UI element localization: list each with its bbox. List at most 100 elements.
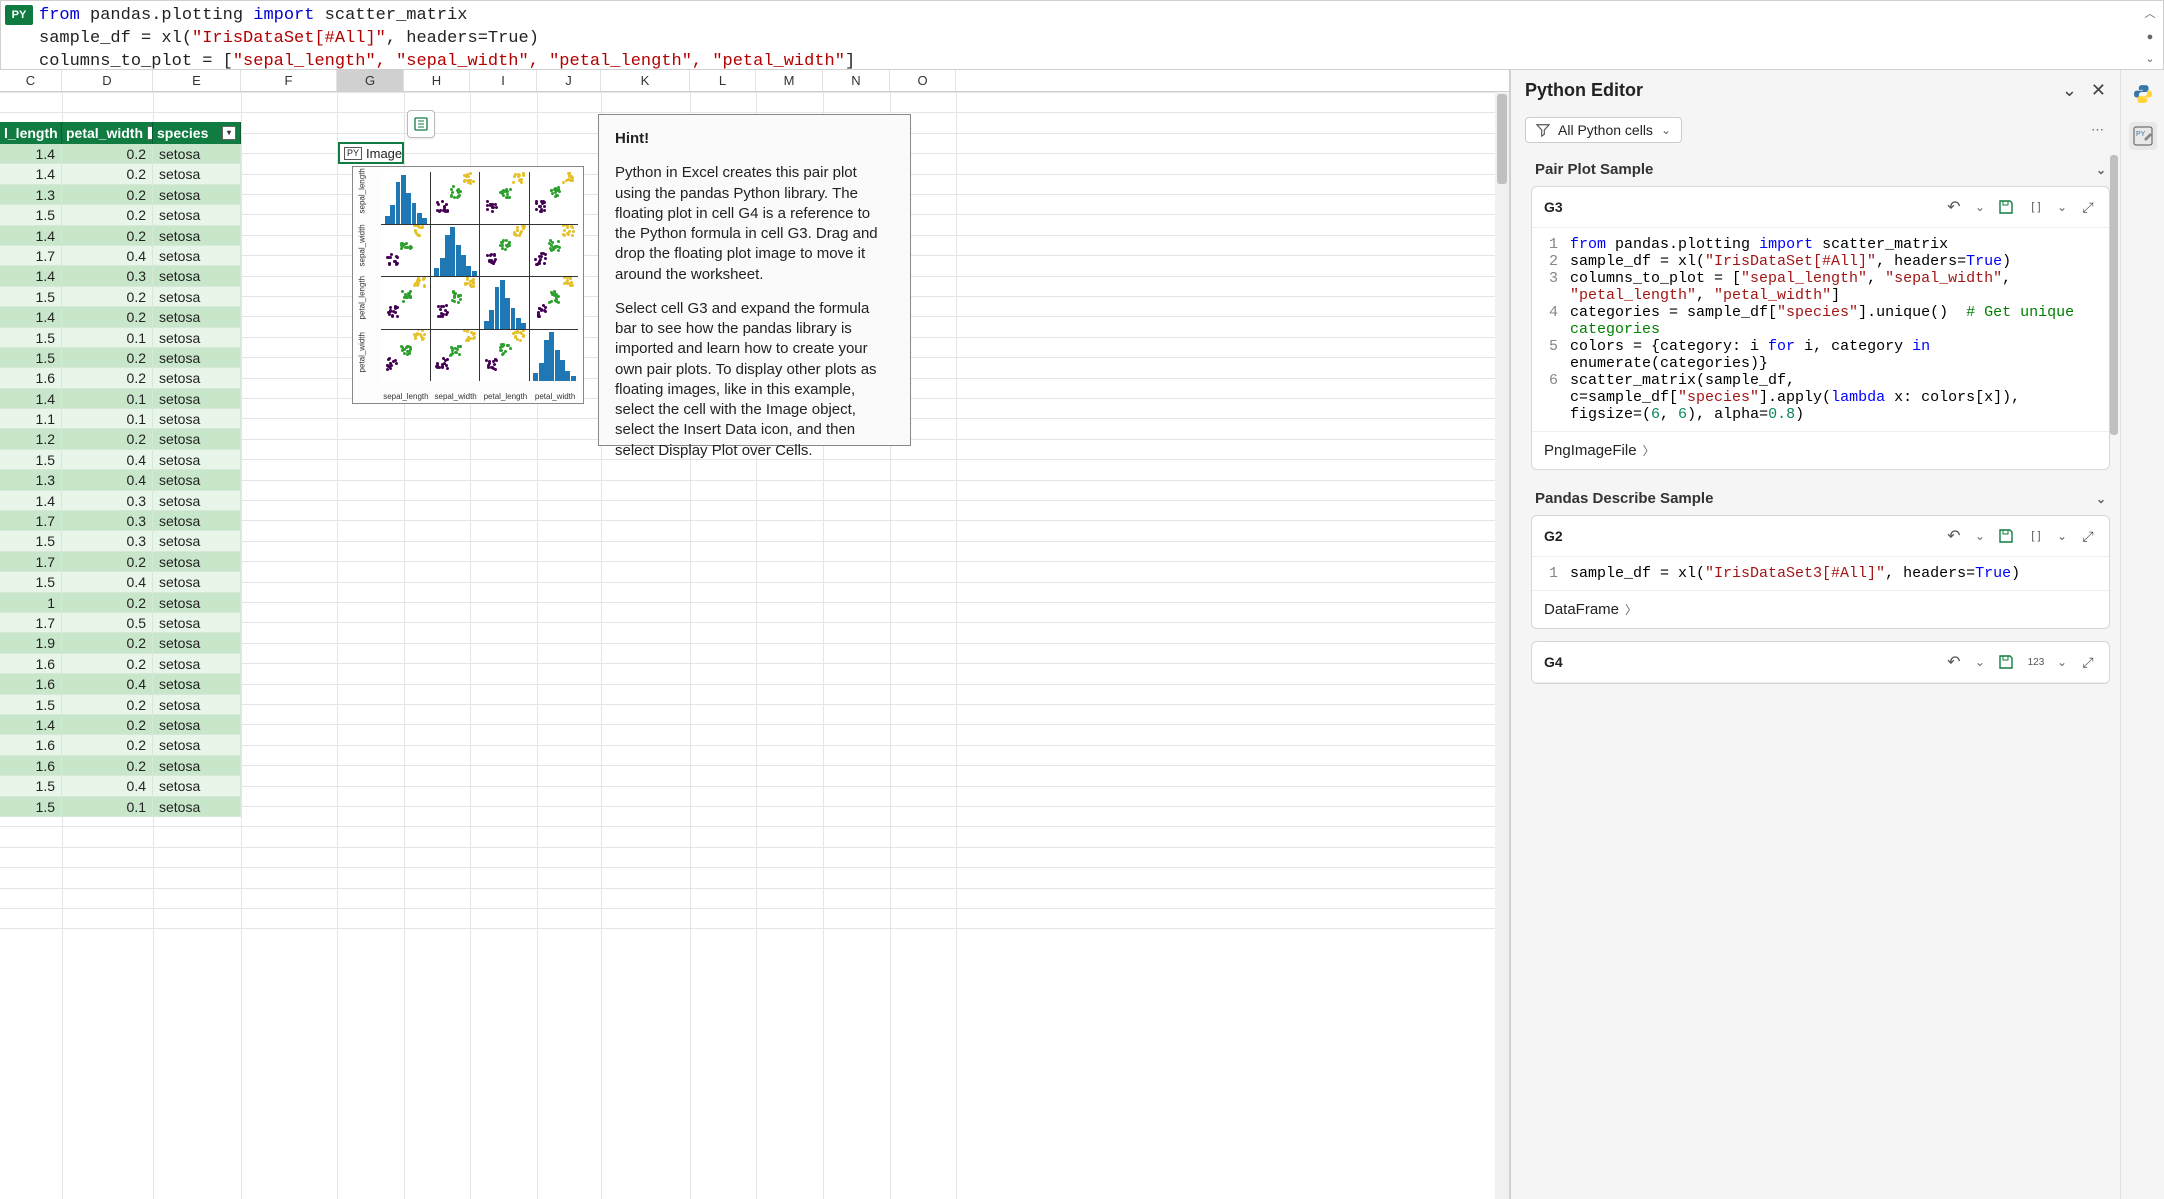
table-cell[interactable]: setosa bbox=[153, 531, 241, 551]
table-cell[interactable]: 1.5 bbox=[0, 531, 62, 551]
table-row[interactable]: 1.50.1setosa bbox=[0, 328, 241, 348]
table-cell[interactable]: 1.4 bbox=[0, 491, 62, 511]
table-cell[interactable]: 1.5 bbox=[0, 572, 62, 592]
sheet-scrollbar[interactable] bbox=[1495, 92, 1509, 1199]
table-cell[interactable]: 1.1 bbox=[0, 409, 62, 429]
table-cell[interactable]: setosa bbox=[153, 307, 241, 327]
table-row[interactable]: 1.40.3setosa bbox=[0, 266, 241, 286]
table-cell[interactable]: setosa bbox=[153, 144, 241, 164]
column-header-M[interactable]: M bbox=[756, 70, 823, 91]
table-row[interactable]: 1.60.2setosa bbox=[0, 756, 241, 776]
column-header-N[interactable]: N bbox=[823, 70, 890, 91]
formula-dot-icon[interactable]: ● bbox=[2147, 31, 2154, 43]
python-editor-rail-icon[interactable]: PY bbox=[2129, 122, 2157, 150]
table-cell[interactable]: 1.5 bbox=[0, 695, 62, 715]
code-output[interactable]: DataFrame〉 bbox=[1532, 590, 2109, 628]
table-cell[interactable]: 1.5 bbox=[0, 450, 62, 470]
table-cell[interactable]: 1.3 bbox=[0, 470, 62, 490]
table-cell[interactable]: 1.4 bbox=[0, 164, 62, 184]
table-cell[interactable]: 1.5 bbox=[0, 287, 62, 307]
table-cell[interactable]: 0.2 bbox=[62, 144, 153, 164]
table-cell[interactable]: 0.2 bbox=[62, 307, 153, 327]
table-cell[interactable]: 0.4 bbox=[62, 450, 153, 470]
table-cell[interactable]: 1.5 bbox=[0, 797, 62, 817]
formula-collapse-icon[interactable]: ︿ bbox=[2145, 5, 2156, 21]
panel-scroll-thumb[interactable] bbox=[2110, 155, 2118, 435]
table-row[interactable]: 1.70.3setosa bbox=[0, 511, 241, 531]
table-cell[interactable]: 0.2 bbox=[62, 205, 153, 225]
output-dropdown-icon[interactable]: ⌄ bbox=[2057, 529, 2067, 543]
output-type-icon[interactable]: [ ] bbox=[2027, 530, 2045, 542]
save-icon[interactable] bbox=[1997, 528, 2015, 544]
save-icon[interactable] bbox=[1997, 654, 2015, 670]
column-header-D[interactable]: D bbox=[62, 70, 153, 91]
column-header-O[interactable]: O bbox=[890, 70, 956, 91]
table-cell[interactable]: 0.2 bbox=[62, 715, 153, 735]
table-row[interactable]: 1.40.3setosa bbox=[0, 491, 241, 511]
table-row[interactable]: 1.90.2setosa bbox=[0, 633, 241, 653]
table-row[interactable]: 1.50.2setosa bbox=[0, 287, 241, 307]
table-header-petal_width[interactable]: petal_width▾ bbox=[62, 122, 153, 144]
table-cell[interactable]: 0.2 bbox=[62, 287, 153, 307]
table-cell[interactable]: 0.2 bbox=[62, 654, 153, 674]
table-cell[interactable]: setosa bbox=[153, 552, 241, 572]
table-cell[interactable]: setosa bbox=[153, 226, 241, 246]
table-cell[interactable]: 0.2 bbox=[62, 348, 153, 368]
code-line[interactable]: colors = {category: i for i, category in… bbox=[1570, 338, 2099, 372]
table-cell[interactable]: 0.2 bbox=[62, 185, 153, 205]
formula-content[interactable]: from pandas.plotting import scatter_matr… bbox=[39, 1, 2137, 69]
spreadsheet[interactable]: CDEFGHIJKLMNO l_length▾petal_width▾speci… bbox=[0, 70, 1510, 1199]
table-cell[interactable]: setosa bbox=[153, 450, 241, 470]
table-row[interactable]: 1.10.1setosa bbox=[0, 409, 241, 429]
table-cell[interactable]: 0.1 bbox=[62, 389, 153, 409]
table-cell[interactable]: setosa bbox=[153, 266, 241, 286]
table-cell[interactable]: 0.3 bbox=[62, 491, 153, 511]
undo-dropdown-icon[interactable]: ⌄ bbox=[1975, 200, 1985, 214]
table-cell[interactable]: 0.4 bbox=[62, 674, 153, 694]
table-cell[interactable]: 0.2 bbox=[62, 226, 153, 246]
chevron-right-icon[interactable]: 〉 bbox=[1643, 442, 1655, 459]
chevron-down-icon[interactable]: ⌄ bbox=[2096, 163, 2106, 177]
table-cell[interactable]: 0.2 bbox=[62, 735, 153, 755]
table-row[interactable]: 1.60.2setosa bbox=[0, 735, 241, 755]
expand-icon[interactable] bbox=[2079, 528, 2097, 545]
table-row[interactable]: 1.70.4setosa bbox=[0, 246, 241, 266]
table-cell[interactable]: 0.2 bbox=[62, 429, 153, 449]
table-cell[interactable]: setosa bbox=[153, 797, 241, 817]
column-header-L[interactable]: L bbox=[690, 70, 756, 91]
column-header-G[interactable]: G bbox=[337, 70, 404, 91]
table-row[interactable]: 1.40.2setosa bbox=[0, 164, 241, 184]
table-cell[interactable]: 0.3 bbox=[62, 531, 153, 551]
column-header-E[interactable]: E bbox=[153, 70, 241, 91]
code-line[interactable]: columns_to_plot = ["sepal_length", "sepa… bbox=[1570, 270, 2099, 304]
table-row[interactable]: 1.40.2setosa bbox=[0, 144, 241, 164]
table-cell[interactable]: setosa bbox=[153, 328, 241, 348]
table-row[interactable]: 1.30.2setosa bbox=[0, 185, 241, 205]
table-cell[interactable]: 0.1 bbox=[62, 409, 153, 429]
table-cell[interactable]: 0.2 bbox=[62, 756, 153, 776]
table-cell[interactable]: 0.4 bbox=[62, 572, 153, 592]
table-cell[interactable]: setosa bbox=[153, 654, 241, 674]
table-cell[interactable]: setosa bbox=[153, 593, 241, 613]
table-cell[interactable]: 1.9 bbox=[0, 633, 62, 653]
selected-cell[interactable]: PY Image bbox=[338, 142, 404, 164]
table-cell[interactable]: setosa bbox=[153, 164, 241, 184]
table-cell[interactable]: setosa bbox=[153, 287, 241, 307]
table-cell[interactable]: 1.4 bbox=[0, 715, 62, 735]
table-cell[interactable]: setosa bbox=[153, 613, 241, 633]
table-cell[interactable]: 0.2 bbox=[62, 552, 153, 572]
formula-expand-icon[interactable]: ⌄ bbox=[2145, 52, 2154, 65]
collapse-panel-icon[interactable]: ⌄ bbox=[2062, 80, 2077, 101]
table-cell[interactable]: 1.7 bbox=[0, 511, 62, 531]
table-cell[interactable]: 0.2 bbox=[62, 593, 153, 613]
table-row[interactable]: 1.30.4setosa bbox=[0, 470, 241, 490]
output-dropdown-icon[interactable]: ⌄ bbox=[2057, 655, 2067, 669]
table-cell[interactable]: 0.3 bbox=[62, 266, 153, 286]
expand-icon[interactable] bbox=[2079, 199, 2097, 216]
table-cell[interactable]: 1.6 bbox=[0, 756, 62, 776]
table-cell[interactable]: 0.2 bbox=[62, 695, 153, 715]
table-row[interactable]: 1.60.2setosa bbox=[0, 654, 241, 674]
sheet-scroll-thumb[interactable] bbox=[1497, 94, 1507, 184]
python-filter-dropdown[interactable]: All Python cells ⌄ bbox=[1525, 117, 1682, 143]
code-line[interactable]: scatter_matrix(sample_df, c=sample_df["s… bbox=[1570, 372, 2099, 423]
